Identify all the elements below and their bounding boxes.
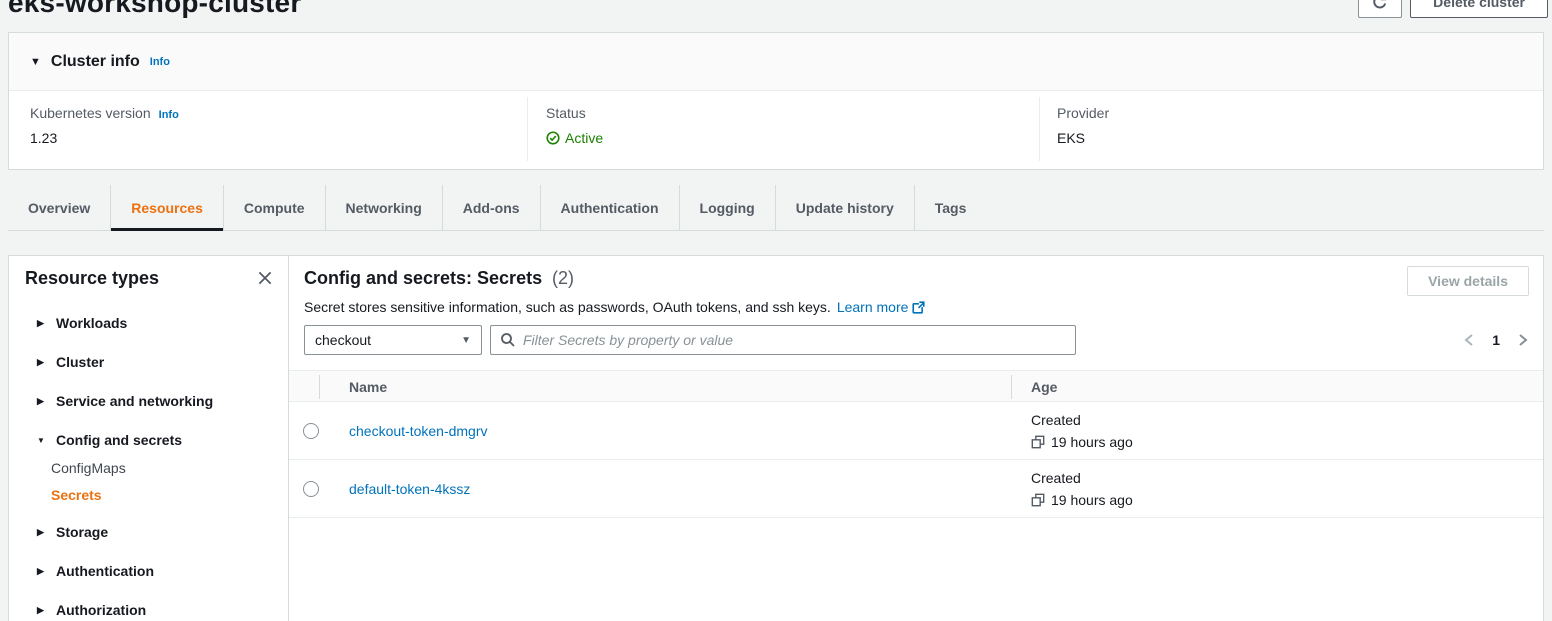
- eks-console-screen: eks-workshop-cluster Delete cluster ▼ Cl…: [0, 0, 1552, 621]
- search-icon: [500, 332, 516, 348]
- status-value: Active: [565, 130, 603, 146]
- sidebar-item-configmaps[interactable]: ConfigMaps: [51, 460, 126, 476]
- sidebar-item-service-and-networking[interactable]: ▶ Service and networking: [37, 393, 213, 409]
- provider-value: EKS: [1057, 130, 1109, 146]
- chevron-right-icon: ▶: [37, 566, 47, 577]
- view-details-button[interactable]: View details: [1407, 266, 1529, 296]
- refresh-button[interactable]: [1358, 0, 1402, 18]
- kubernetes-version-info-link[interactable]: Info: [159, 109, 179, 121]
- page-next-icon[interactable]: [1517, 333, 1529, 347]
- chevron-down-icon: ▼: [37, 436, 47, 445]
- cluster-info-info-link[interactable]: Info: [150, 56, 170, 68]
- chevron-right-icon: ▶: [37, 605, 47, 616]
- pagination: 1: [1463, 325, 1529, 355]
- tab-authentication[interactable]: Authentication: [540, 185, 679, 230]
- sidebar-item-cluster[interactable]: ▶ Cluster: [37, 354, 104, 370]
- row-select-radio[interactable]: [303, 423, 319, 439]
- external-link-icon: [912, 301, 925, 317]
- resource-types-sidebar: Resource types ▶ Workloads ▶ Cluster ▶ S…: [9, 256, 289, 621]
- chevron-right-icon: ▶: [37, 357, 47, 368]
- secrets-search: [490, 325, 1076, 355]
- page-previous-icon[interactable]: [1463, 333, 1475, 347]
- tab-networking[interactable]: Networking: [325, 185, 442, 230]
- refresh-icon: [1372, 0, 1388, 10]
- secrets-description: Secret stores sensitive information, suc…: [304, 299, 925, 317]
- chevron-right-icon: ▶: [37, 396, 47, 407]
- chevron-right-icon: ▶: [37, 527, 47, 538]
- tab-add-ons[interactable]: Add-ons: [442, 185, 540, 230]
- sidebar-item-secrets[interactable]: Secrets: [51, 487, 102, 503]
- row-select-radio[interactable]: [303, 481, 319, 497]
- delete-cluster-button[interactable]: Delete cluster: [1410, 0, 1548, 18]
- sidebar-item-storage[interactable]: ▶ Storage: [37, 524, 108, 540]
- learn-more-link[interactable]: Learn more: [837, 299, 926, 315]
- tab-overview[interactable]: Overview: [8, 185, 110, 230]
- close-icon[interactable]: [256, 269, 274, 287]
- status-check-icon: [546, 131, 560, 145]
- column-header-name[interactable]: Name: [349, 379, 387, 395]
- collapse-caret-icon: ▼: [30, 56, 41, 68]
- page-title: eks-workshop-cluster: [8, 0, 301, 19]
- status-label: Status: [546, 105, 603, 121]
- field-divider: [527, 97, 528, 161]
- kubernetes-version-field: Kubernetes versionInfo 1.23: [30, 105, 179, 146]
- cluster-tabs: Overview Resources Compute Networking Ad…: [8, 185, 1544, 231]
- secret-name-link[interactable]: default-token-4kssz: [349, 481, 470, 497]
- cluster-info-header[interactable]: ▼ Cluster info Info: [9, 33, 1543, 91]
- column-divider: [319, 375, 320, 399]
- copy-icon[interactable]: [1031, 435, 1045, 449]
- table-header: Name Age: [289, 370, 1543, 402]
- age-cell: Created 19 hours ago: [1031, 470, 1133, 508]
- search-input[interactable]: [523, 332, 1066, 348]
- tab-tags[interactable]: Tags: [914, 185, 987, 230]
- age-cell: Created 19 hours ago: [1031, 412, 1133, 450]
- column-divider: [1011, 375, 1012, 399]
- cluster-info-title: Cluster info: [51, 53, 140, 71]
- provider-label: Provider: [1057, 105, 1109, 121]
- copy-icon[interactable]: [1031, 493, 1045, 507]
- column-header-age[interactable]: Age: [1031, 379, 1057, 395]
- filter-dropdown[interactable]: checkout ▼: [304, 325, 482, 355]
- cluster-info-fields: Kubernetes versionInfo 1.23 Status Activ…: [9, 91, 1543, 170]
- kubernetes-version-value: 1.23: [30, 130, 179, 146]
- table-row: checkout-token-dmgrv Created 19 hours ag…: [289, 402, 1543, 460]
- status-field: Status Active: [546, 105, 603, 146]
- tab-update-history[interactable]: Update history: [775, 185, 914, 230]
- tab-logging[interactable]: Logging: [679, 185, 775, 230]
- table-row: default-token-4kssz Created 19 hours ago: [289, 460, 1543, 518]
- age-value: 19 hours ago: [1051, 492, 1133, 508]
- created-label: Created: [1031, 412, 1133, 428]
- field-divider: [1039, 97, 1040, 161]
- secrets-section-title: Config and secrets: Secrets: [304, 268, 542, 288]
- resource-types-title: Resource types: [25, 268, 159, 289]
- dropdown-caret-icon: ▼: [461, 335, 471, 346]
- sidebar-item-config-and-secrets[interactable]: ▼ Config and secrets: [37, 432, 182, 448]
- filter-dropdown-value: checkout: [315, 332, 461, 348]
- current-page-number[interactable]: 1: [1492, 332, 1500, 348]
- tab-resources[interactable]: Resources: [110, 185, 223, 230]
- sidebar-item-authentication[interactable]: ▶ Authentication: [37, 563, 154, 579]
- secret-name-link[interactable]: checkout-token-dmgrv: [349, 423, 488, 439]
- age-value: 19 hours ago: [1051, 434, 1133, 450]
- sidebar-item-workloads[interactable]: ▶ Workloads: [37, 315, 127, 331]
- page-actions: Delete cluster: [1358, 0, 1548, 18]
- sidebar-item-authorization[interactable]: ▶ Authorization: [37, 602, 146, 618]
- chevron-right-icon: ▶: [37, 318, 47, 329]
- resources-panel: Resource types ▶ Workloads ▶ Cluster ▶ S…: [8, 255, 1544, 621]
- secrets-count: (2): [552, 268, 574, 288]
- provider-field: Provider EKS: [1057, 105, 1109, 146]
- created-label: Created: [1031, 470, 1133, 486]
- tab-compute[interactable]: Compute: [223, 185, 325, 230]
- cluster-info-card: ▼ Cluster info Info Kubernetes versionIn…: [8, 32, 1544, 170]
- secrets-main-panel: Config and secrets: Secrets (2) View det…: [289, 256, 1543, 621]
- kubernetes-version-label: Kubernetes versionInfo: [30, 105, 179, 121]
